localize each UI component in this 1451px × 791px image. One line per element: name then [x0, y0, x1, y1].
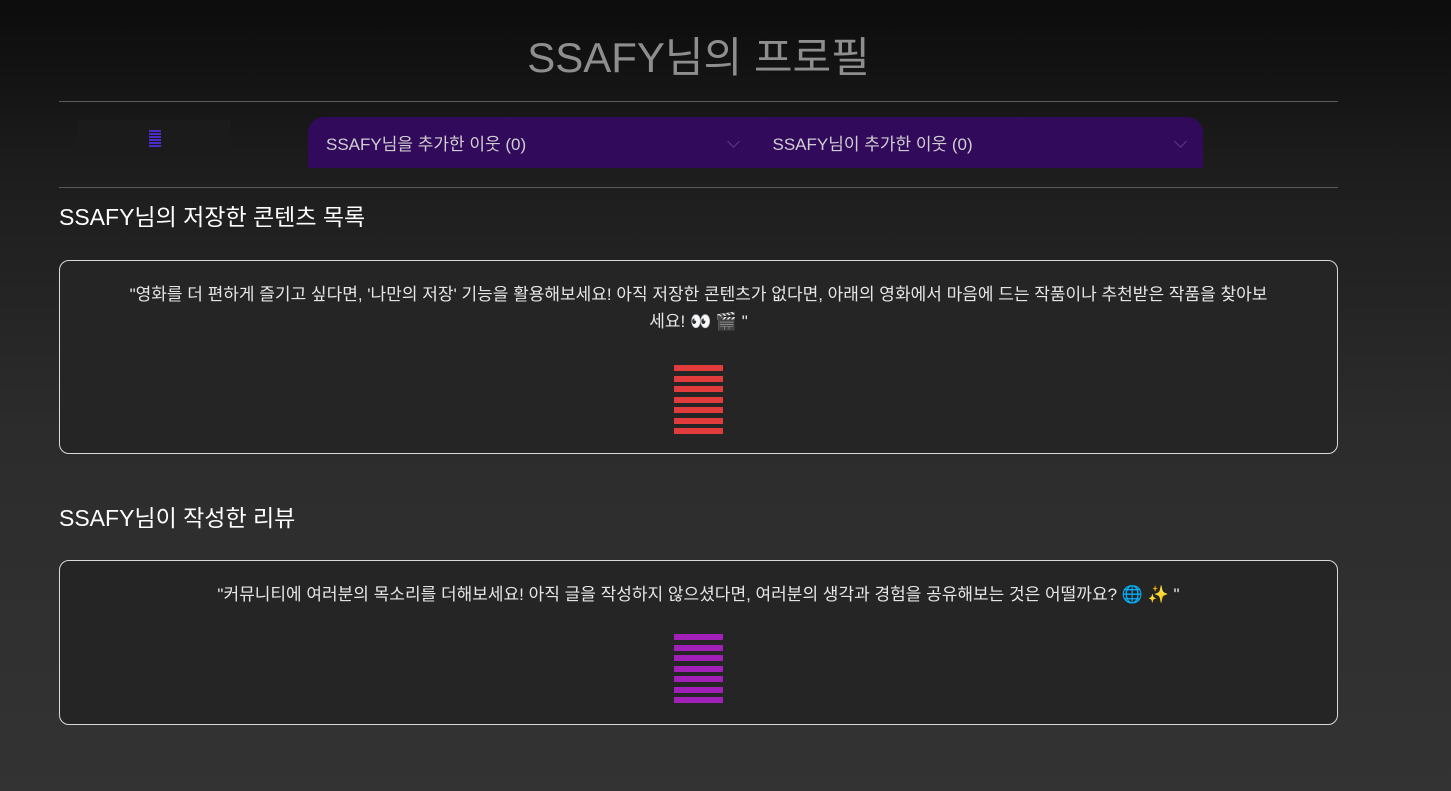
saved-section-title: SSAFY님의 저장한 콘텐츠 목록: [59, 204, 366, 230]
reviews-empty-card: "커뮤니티에 여러분의 목소리를 더해보세요! 아직 글을 작성하지 않으셨다면…: [59, 560, 1338, 725]
section-divider: [59, 187, 1338, 188]
following-dropdown[interactable]: SSAFY님이 추가한 이웃 (0): [756, 117, 1204, 168]
menu-button[interactable]: [78, 120, 231, 157]
saved-empty-card: "영화를 더 편하게 즐기고 싶다면, '나만의 저장' 기능을 활용해보세요!…: [59, 260, 1338, 454]
following-label: SSAFY님이 추가한 이웃 (0): [772, 135, 973, 154]
stripes-icon: [674, 365, 723, 439]
reviews-empty-message: "커뮤니티에 여러분의 목소리를 더해보세요! 아직 글을 작성하지 않으셨다면…: [217, 585, 1180, 604]
page-title: SSAFY님의 프로필: [527, 34, 870, 81]
followers-dropdown[interactable]: SSAFY님을 추가한 이웃 (0): [308, 117, 756, 168]
followers-label: SSAFY님을 추가한 이웃 (0): [326, 135, 527, 154]
chevron-down-icon: [1174, 135, 1187, 148]
chevron-down-icon: [726, 135, 740, 148]
saved-empty-message: "영화를 더 편하게 즐기고 싶다면, '나만의 저장' 기능을 활용해보세요!…: [129, 285, 1268, 331]
stripes-icon: [674, 634, 723, 708]
neighbors-bar: SSAFY님을 추가한 이웃 (0) SSAFY님이 추가한 이웃 (0): [308, 117, 1203, 168]
header-divider: [59, 101, 1338, 102]
hamburger-icon: [148, 129, 161, 148]
reviews-section-title: SSAFY님이 작성한 리뷰: [59, 505, 296, 531]
